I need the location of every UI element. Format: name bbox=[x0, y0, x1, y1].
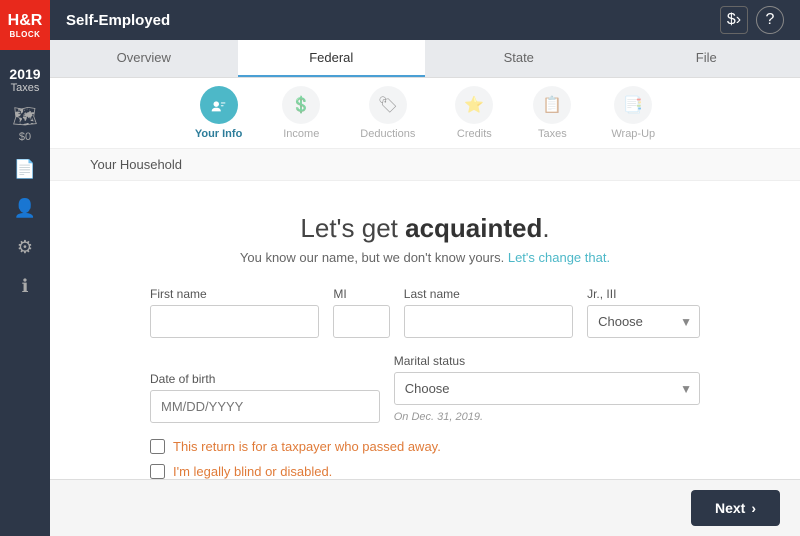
credits-icon: ⭐ bbox=[455, 86, 493, 124]
income-label: Income bbox=[283, 128, 319, 140]
tab-overview[interactable]: Overview bbox=[50, 40, 238, 77]
person-icon[interactable]: 👤 bbox=[14, 198, 36, 219]
subheadline-text: You know our name, but we don't know you… bbox=[240, 250, 508, 265]
settings-icon[interactable]: ⚙ bbox=[17, 237, 33, 258]
blind-label: I'm legally blind or disabled. bbox=[173, 464, 332, 479]
header-icons: $› ? bbox=[720, 6, 784, 34]
marital-hint: On Dec. 31, 2019. bbox=[394, 411, 700, 423]
blind-checkbox-row: I'm legally blind or disabled. bbox=[150, 464, 700, 479]
info-icon[interactable]: ℹ bbox=[22, 276, 29, 297]
subnav-wrap-up[interactable]: 📑 Wrap-Up bbox=[611, 86, 655, 140]
first-name-label: First name bbox=[150, 287, 319, 301]
headline-bold: acquainted bbox=[405, 213, 542, 243]
form-row-dob-marital: Date of birth Marital status Choose Sing… bbox=[150, 354, 700, 423]
headline: Let's get acquainted. bbox=[300, 213, 549, 244]
jr-group: Jr., III Choose Jr. Sr. II III IV ▼ bbox=[587, 287, 700, 338]
sub-nav: Your Info 💲 Income 🏷 Deductions ⭐ Credit… bbox=[50, 78, 800, 149]
marital-select[interactable]: Choose Single Married filing jointly Mar… bbox=[394, 372, 700, 405]
dob-label: Date of birth bbox=[150, 372, 380, 386]
subheadline-link[interactable]: Let's change that. bbox=[508, 250, 610, 265]
jr-select-wrapper: Choose Jr. Sr. II III IV ▼ bbox=[587, 305, 700, 338]
your-info-icon bbox=[200, 86, 238, 124]
logo-block: BLOCK bbox=[10, 30, 41, 40]
main-content: Self-Employed $› ? Overview Federal Stat… bbox=[50, 0, 800, 536]
sidebar-logo: H&R BLOCK bbox=[0, 0, 50, 50]
headline-plain: Let's get bbox=[300, 213, 405, 243]
dollar-amount: $0 bbox=[19, 131, 31, 143]
marital-label: Marital status bbox=[394, 354, 700, 368]
next-button[interactable]: Next › bbox=[691, 490, 780, 526]
deductions-label: Deductions bbox=[360, 128, 415, 140]
mi-label: MI bbox=[333, 287, 389, 301]
breadcrumb: Your Household bbox=[50, 149, 800, 181]
marital-select-wrapper: Choose Single Married filing jointly Mar… bbox=[394, 372, 700, 405]
taxes-label: Taxes bbox=[538, 128, 567, 140]
nav-tabs: Overview Federal State File bbox=[50, 40, 800, 78]
taxes-icon: 📋 bbox=[533, 86, 571, 124]
subnav-income[interactable]: 💲 Income bbox=[282, 86, 320, 140]
sidebar: H&R BLOCK 2019 Taxes 🗺 $0 📄 👤 ⚙ ℹ bbox=[0, 0, 50, 536]
last-name-input[interactable] bbox=[404, 305, 573, 338]
first-name-group: First name bbox=[150, 287, 319, 338]
last-name-group: Last name bbox=[404, 287, 573, 338]
deceased-label: This return is for a taxpayer who passed… bbox=[173, 439, 441, 454]
app-title: Self-Employed bbox=[66, 12, 720, 29]
blind-checkbox[interactable] bbox=[150, 464, 165, 479]
your-info-label: Your Info bbox=[195, 128, 242, 140]
content-area: Let's get acquainted. You know our name,… bbox=[50, 181, 800, 479]
next-arrow-icon: › bbox=[751, 500, 756, 516]
tab-federal[interactable]: Federal bbox=[238, 40, 426, 77]
dob-group: Date of birth bbox=[150, 372, 380, 423]
breadcrumb-text: Your Household bbox=[90, 157, 182, 172]
mi-input[interactable] bbox=[333, 305, 389, 338]
marital-group: Marital status Choose Single Married fil… bbox=[394, 354, 700, 423]
document-icon[interactable]: 📄 bbox=[14, 159, 36, 180]
subnav-taxes[interactable]: 📋 Taxes bbox=[533, 86, 571, 140]
tab-state[interactable]: State bbox=[425, 40, 613, 77]
mi-group: MI bbox=[333, 287, 389, 338]
sidebar-year: 2019 Taxes bbox=[5, 60, 44, 100]
headline-period: . bbox=[542, 213, 549, 243]
deductions-icon: 🏷 bbox=[369, 86, 407, 124]
map-icon[interactable]: 🗺 bbox=[12, 104, 37, 129]
next-label: Next bbox=[715, 500, 745, 516]
income-icon: 💲 bbox=[282, 86, 320, 124]
wrap-up-label: Wrap-Up bbox=[611, 128, 655, 140]
subnav-credits[interactable]: ⭐ Credits bbox=[455, 86, 493, 140]
year-label: 2019 bbox=[9, 66, 40, 82]
taxes-label: Taxes bbox=[9, 82, 40, 94]
last-name-label: Last name bbox=[404, 287, 573, 301]
wrap-up-icon: 📑 bbox=[614, 86, 652, 124]
form-row-name: First name MI Last name Jr., III Choose … bbox=[150, 287, 700, 338]
jr-label: Jr., III bbox=[587, 287, 700, 301]
subnav-your-info[interactable]: Your Info bbox=[195, 86, 242, 140]
footer: Next › bbox=[50, 479, 800, 536]
dob-input[interactable] bbox=[150, 390, 380, 423]
dollar-sign-button[interactable]: $› bbox=[720, 6, 748, 34]
subnav-deductions[interactable]: 🏷 Deductions bbox=[360, 86, 415, 140]
jr-select[interactable]: Choose Jr. Sr. II III IV bbox=[587, 305, 700, 338]
deceased-checkbox[interactable] bbox=[150, 439, 165, 454]
credits-label: Credits bbox=[457, 128, 492, 140]
subheadline: You know our name, but we don't know you… bbox=[240, 250, 610, 265]
sidebar-nav-icons: 📄 👤 ⚙ ℹ bbox=[14, 159, 36, 297]
tab-file[interactable]: File bbox=[613, 40, 800, 77]
top-header: Self-Employed $› ? bbox=[50, 0, 800, 40]
deceased-checkbox-row: This return is for a taxpayer who passed… bbox=[150, 439, 700, 454]
help-button[interactable]: ? bbox=[756, 6, 784, 34]
first-name-input[interactable] bbox=[150, 305, 319, 338]
logo-hr: H&R bbox=[8, 11, 43, 30]
